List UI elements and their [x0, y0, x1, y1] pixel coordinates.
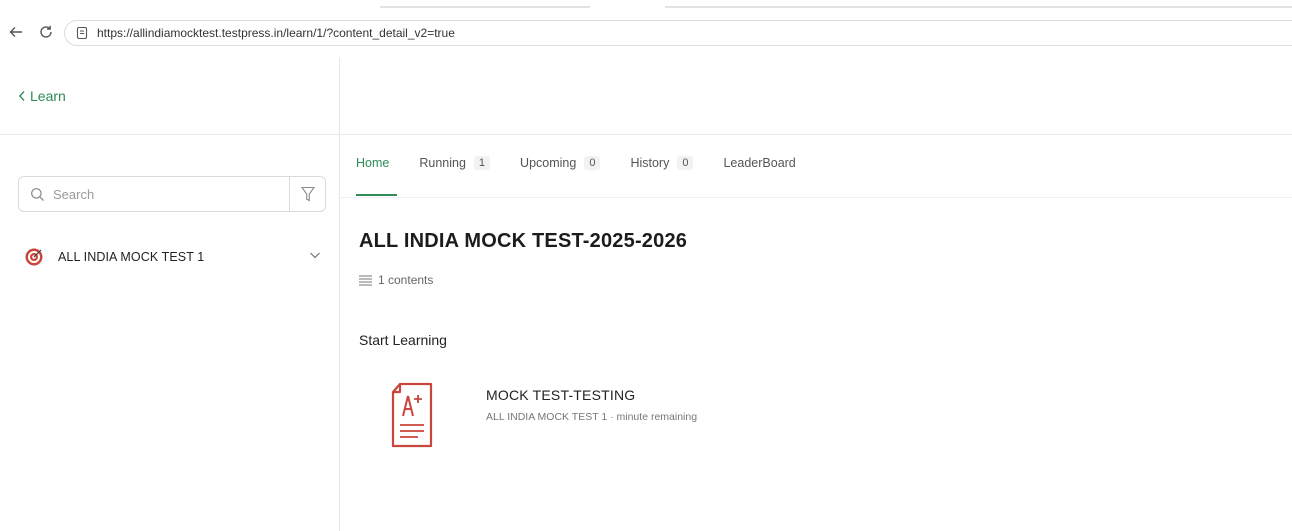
browser-toolbar: https://allindiamocktest.testpress.in/le…: [0, 0, 1292, 58]
tab-label: Upcoming: [520, 156, 577, 170]
tab-leaderboard[interactable]: LeaderBoard: [723, 152, 795, 174]
content-item-text: MOCK TEST-TESTING ALL INDIA MOCK TEST 1 …: [486, 380, 697, 460]
tab-count-badge: 0: [584, 156, 601, 170]
tab-label: LeaderBoard: [723, 156, 796, 170]
tab-count-badge: 1: [473, 156, 491, 170]
tab-count-badge: 0: [677, 156, 694, 170]
sidebar-item-course[interactable]: ALL INDIA MOCK TEST 1: [24, 244, 326, 270]
tab-label: Running: [419, 156, 466, 170]
back-arrow-icon[interactable]: [6, 22, 26, 42]
content-item-title: MOCK TEST-TESTING: [486, 387, 636, 403]
main-content: Home Running 1 Upcoming 0 History 0 Lead…: [341, 58, 1292, 531]
tab-upcoming[interactable]: Upcoming 0: [520, 152, 601, 174]
exam-sheet-icon: [391, 382, 433, 448]
list-icon: [359, 274, 372, 286]
section-heading: Start Learning: [359, 332, 447, 348]
tab-strip-divider: [665, 6, 1292, 8]
tab-label: Home: [356, 156, 390, 170]
sidebar-divider: [0, 134, 340, 135]
tab-strip-divider: [380, 6, 590, 8]
back-to-learn-link[interactable]: Learn: [18, 88, 66, 104]
tabs-divider: [341, 197, 1292, 198]
site-info-icon[interactable]: [75, 26, 89, 40]
tab-history[interactable]: History 0: [630, 152, 694, 174]
content-item-subtitle: ALL INDIA MOCK TEST 1 · minute remaining: [486, 411, 698, 423]
tab-home[interactable]: Home: [356, 152, 389, 174]
tab-label: History: [630, 156, 670, 170]
course-label: ALL INDIA MOCK TEST 1: [58, 250, 205, 264]
header-divider: [341, 134, 1292, 135]
chevron-left-icon: [18, 91, 25, 101]
address-bar[interactable]: https://allindiamocktest.testpress.in/le…: [64, 20, 1292, 46]
filter-button[interactable]: [289, 177, 325, 211]
search-box: [18, 176, 326, 212]
contents-count: 1 contents: [359, 273, 433, 287]
back-link-label: Learn: [30, 88, 66, 104]
chevron-down-icon[interactable]: [308, 248, 322, 262]
contents-count-label: 1 contents: [378, 273, 434, 287]
tab-bar: Home Running 1 Upcoming 0 History 0 Lead…: [356, 152, 826, 198]
filter-icon: [300, 186, 315, 202]
content-item[interactable]: MOCK TEST-TESTING ALL INDIA MOCK TEST 1 …: [385, 380, 845, 460]
tab-running[interactable]: Running 1: [419, 152, 491, 174]
reload-icon[interactable]: [36, 22, 56, 42]
active-tab-indicator: [356, 194, 397, 196]
sidebar: Learn ALL INDIA MOCK TEST 1: [0, 58, 340, 531]
url-text: https://allindiamocktest.testpress.in/le…: [97, 26, 455, 40]
search-input[interactable]: [53, 186, 283, 202]
search-icon: [31, 187, 45, 201]
page-title: ALL INDIA MOCK TEST-2025-2026: [359, 230, 688, 252]
target-icon: [25, 248, 43, 266]
